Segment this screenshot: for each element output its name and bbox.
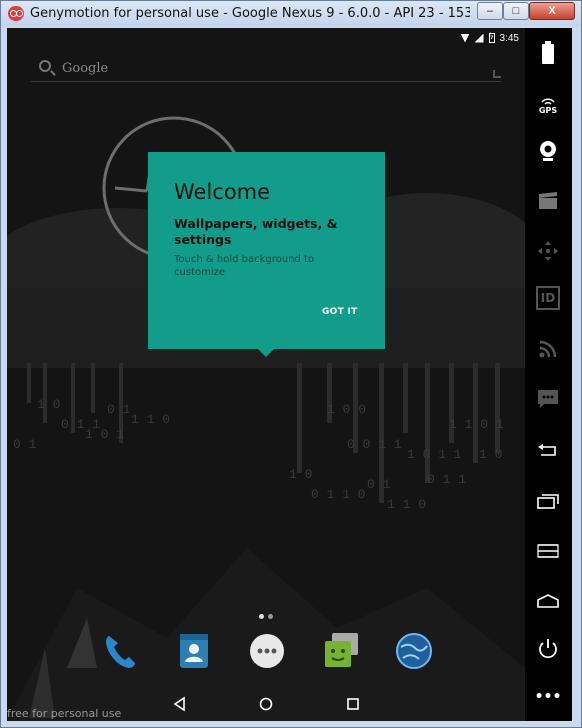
all-apps-icon[interactable] bbox=[246, 630, 288, 672]
gps-icon[interactable]: GPS bbox=[533, 90, 563, 120]
welcome-description: Touch & hold background to customize bbox=[174, 254, 314, 278]
window-title: Genymotion for personal use - Google Nex… bbox=[30, 6, 470, 21]
back-icon[interactable] bbox=[533, 436, 563, 466]
search-icon bbox=[39, 60, 51, 72]
menu-icon[interactable] bbox=[533, 536, 563, 566]
binary-digit: 1 0 0 bbox=[327, 402, 366, 417]
recent-apps-icon[interactable] bbox=[533, 486, 563, 516]
contacts-app-icon[interactable] bbox=[173, 630, 215, 672]
power-icon[interactable] bbox=[533, 634, 563, 664]
binary-digit: 1 0 1 1 bbox=[407, 447, 462, 462]
title-bar[interactable]: Genymotion for personal use - Google Nex… bbox=[1, 1, 581, 26]
status-time: 3:45 bbox=[499, 32, 519, 44]
binary-digit: 0 1 1 0 bbox=[311, 487, 366, 502]
genymotion-logo-icon bbox=[8, 6, 24, 21]
network-icon[interactable] bbox=[533, 334, 563, 364]
binary-digit: 0 1 bbox=[13, 437, 37, 452]
more-label: ••• bbox=[534, 689, 562, 705]
device-id-label: ID bbox=[540, 291, 556, 305]
binary-digit: 1 0 bbox=[37, 397, 60, 412]
binary-digit: 1 0 1 bbox=[85, 427, 124, 442]
phone-app-icon[interactable] bbox=[99, 630, 141, 672]
binary-digit: 1 1 0 bbox=[387, 497, 426, 512]
gps-label: GPS bbox=[538, 105, 558, 115]
more-icon[interactable]: ••• bbox=[533, 682, 563, 712]
binary-digit: 1 0 bbox=[289, 467, 312, 482]
messenger-app-icon[interactable] bbox=[320, 630, 362, 672]
screencast-icon[interactable] bbox=[533, 186, 563, 216]
sms-icon[interactable] bbox=[533, 384, 563, 414]
device-screen[interactable]: 0 1 1 0 0 1 1 1 0 1 0 1 1 1 0 1 0 0 1 1 … bbox=[7, 28, 525, 721]
nav-back-icon[interactable] bbox=[172, 696, 188, 712]
binary-digit: 1 0 bbox=[479, 447, 502, 462]
welcome-subtitle: Wallpapers, widgets, & settings bbox=[174, 216, 338, 247]
device-id-icon[interactable]: ID bbox=[536, 286, 560, 310]
dpad-icon[interactable] bbox=[533, 236, 563, 266]
binary-digit: 0 1 1 bbox=[427, 472, 466, 487]
welcome-dialog: Welcome Wallpapers, widgets, & settings … bbox=[148, 152, 385, 357]
binary-digit: 1 1 0 1 bbox=[449, 417, 504, 432]
maximize-button[interactable]: □ bbox=[503, 2, 529, 20]
binary-digit: 0 1 bbox=[107, 402, 131, 417]
binary-digit: 1 1 0 bbox=[131, 412, 170, 427]
page-dot bbox=[259, 614, 264, 619]
signal-icon bbox=[474, 33, 484, 43]
google-search-bar[interactable]: Google bbox=[31, 54, 501, 82]
status-bar: 3:45 bbox=[7, 28, 525, 48]
nav-home-icon[interactable] bbox=[258, 696, 274, 712]
home-icon[interactable] bbox=[533, 586, 563, 616]
search-label: Google bbox=[62, 61, 109, 76]
browser-app-icon[interactable] bbox=[393, 630, 435, 672]
welcome-title: Welcome bbox=[174, 180, 271, 204]
search-corner-icon bbox=[493, 70, 501, 78]
nav-recent-apps-icon[interactable] bbox=[345, 696, 361, 712]
binary-digit: 0 1 bbox=[367, 477, 391, 492]
page-indicator bbox=[259, 614, 273, 619]
wifi-icon bbox=[460, 33, 470, 43]
personal-use-watermark: free for personal use bbox=[7, 707, 122, 720]
page-dot bbox=[268, 614, 273, 619]
got-it-button[interactable]: GOT IT bbox=[322, 307, 358, 317]
minimize-button[interactable]: – bbox=[477, 2, 503, 20]
close-button[interactable]: X bbox=[529, 2, 575, 20]
genymotion-toolbar: GPS ID ••• bbox=[525, 28, 572, 721]
binary-digit: 0 0 1 1 bbox=[347, 437, 402, 452]
webcam-icon[interactable] bbox=[533, 136, 563, 166]
battery-charging-icon bbox=[488, 31, 495, 43]
battery-icon[interactable] bbox=[533, 38, 563, 68]
